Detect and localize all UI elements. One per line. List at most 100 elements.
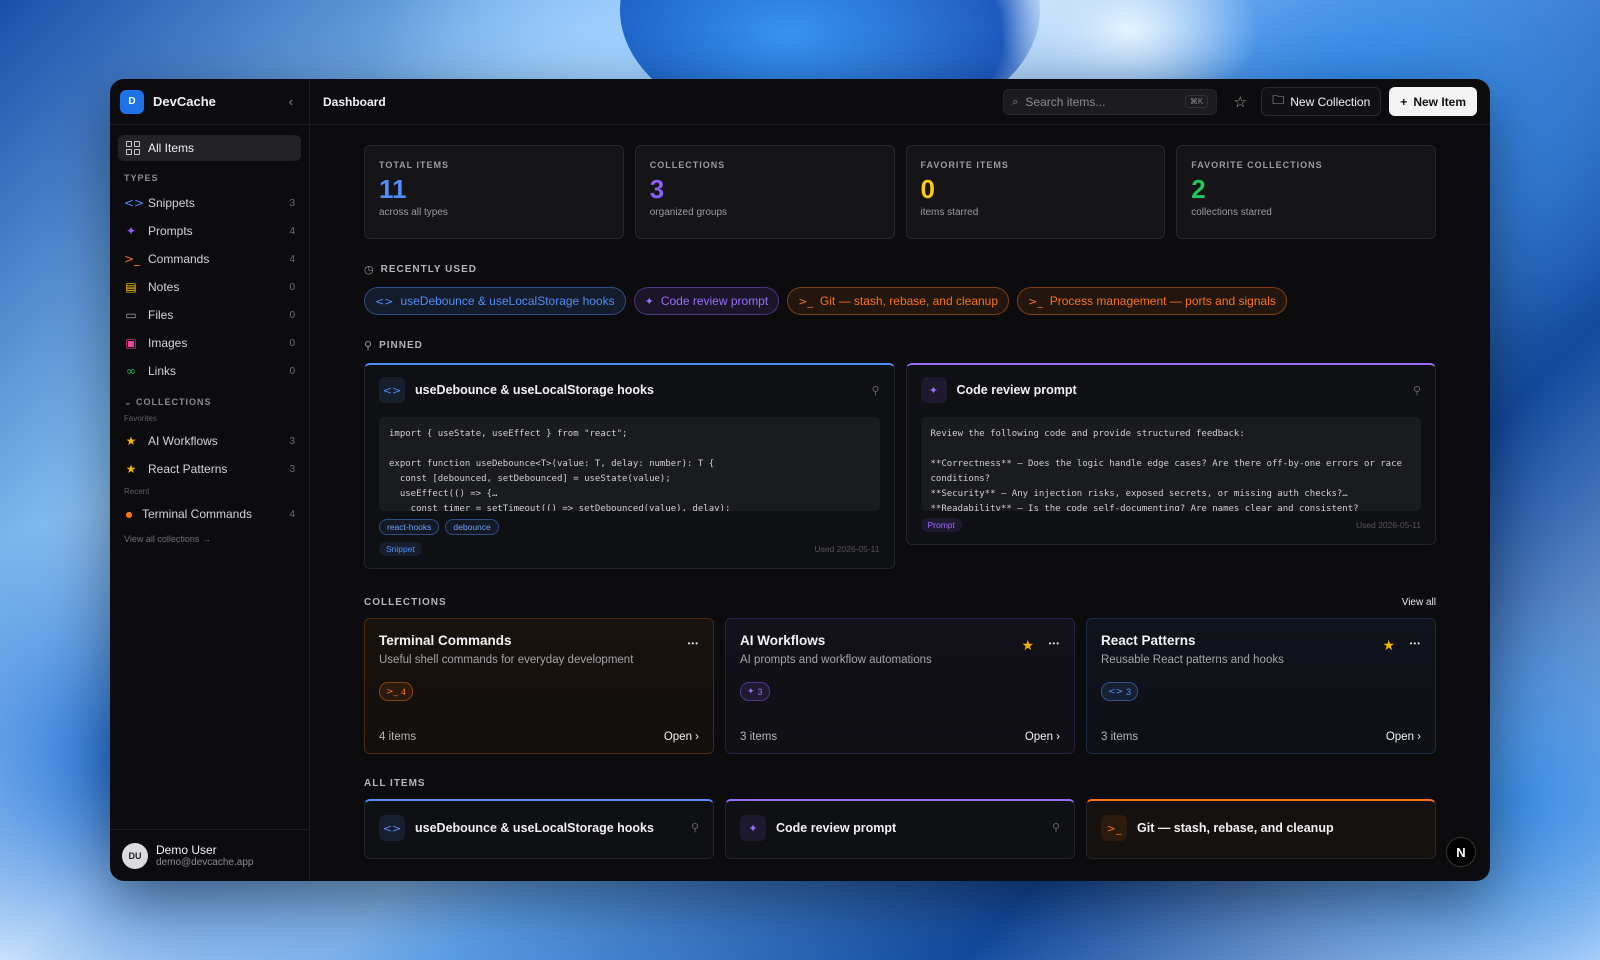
sidebar-item-notes[interactable]: ▤ Notes 0	[118, 273, 301, 301]
section-title: PINNED	[379, 340, 423, 351]
item-count: 3 items	[740, 731, 778, 743]
pin-icon[interactable]: ⚲	[691, 815, 699, 841]
sparkles-icon: ✦	[644, 294, 654, 308]
sidebar-item-label: All Items	[148, 141, 195, 155]
used-date: Used 2026-05-11	[814, 544, 880, 554]
folder-plus-icon: 🗀	[1272, 93, 1285, 107]
collection-card[interactable]: AI Workflows AI prompts and workflow auto…	[725, 618, 1075, 754]
code-icon: <>	[375, 294, 394, 308]
new-collection-label: New Collection	[1290, 94, 1371, 109]
sidebar-item-prompts[interactable]: ✦ Prompts 4	[118, 217, 301, 245]
star-icon: ★	[125, 462, 137, 476]
item-card[interactable]: ✦ Code review prompt ⚲	[725, 799, 1075, 859]
item-card[interactable]: <> useDebounce & useLocalStorage hooks ⚲	[364, 799, 714, 859]
pin-icon[interactable]: ⚲	[1052, 815, 1060, 841]
sidebar-item-count: 3	[289, 435, 295, 447]
sidebar-item-label: AI Workflows	[148, 434, 218, 448]
stats-row: TOTAL ITEMS 11 across all types COLLECTIONS…	[364, 145, 1436, 239]
tag[interactable]: debounce	[445, 519, 499, 535]
sidebar-item-links[interactable]: ∞ Links 0	[118, 357, 301, 385]
type-icon: <>	[1108, 686, 1124, 697]
stat-subtext: collections starred	[1191, 207, 1272, 218]
open-link[interactable]: Open ›	[1386, 731, 1421, 743]
terminal-icon: >_	[1101, 815, 1127, 841]
collection-card[interactable]: Terminal Commands Useful shell commands f…	[364, 618, 714, 754]
code-icon: <>	[379, 377, 405, 403]
type-count: 3	[1126, 686, 1132, 697]
card-header: ✦ Code review prompt ⚲	[920, 377, 1421, 403]
collection-description: Reusable React patterns and hooks	[1101, 654, 1284, 666]
favorites-label: Favorites	[124, 414, 157, 423]
new-collection-button[interactable]: 🗀 New Collection	[1261, 87, 1382, 116]
type-icon: ✦	[747, 686, 755, 697]
new-item-button[interactable]: + New Item	[1389, 87, 1477, 116]
recent-item-chip[interactable]: ✦ Code review prompt	[633, 287, 780, 315]
sidebar-item-snippets[interactable]: <> Snippets 3	[118, 189, 301, 217]
sidebar-collection-item[interactable]: ★ React Patterns 3	[118, 455, 301, 483]
sidebar-item-commands[interactable]: >_ Commands 4	[118, 245, 301, 273]
sparkles-icon: ✦	[740, 815, 766, 841]
pinned-card[interactable]: <> useDebounce & useLocalStorage hooks ⚲ im…	[364, 363, 895, 569]
type-count-badge: >_ 4	[379, 682, 414, 701]
collection-card[interactable]: React Patterns Reusable React patterns an…	[1086, 618, 1436, 754]
stat-value: 2	[1191, 174, 1206, 204]
recent-chips: <> useDebounce & useLocalStorage hooks ✦ Co…	[364, 287, 1436, 315]
recently-used-header: ◷ RECENTLY USED	[364, 263, 1436, 276]
chip-label: Code review prompt	[660, 294, 769, 308]
type-badge: Snippet	[379, 542, 422, 556]
used-date: Used 2026-05-11	[1355, 520, 1421, 530]
collection-description: Useful shell commands for everyday devel…	[379, 654, 634, 666]
topbar: Dashboard ⌕ Search items... ⌘K ☆ 🗀 New C…	[310, 79, 1490, 125]
user-profile[interactable]: DU Demo User demo@devcache.app	[110, 829, 309, 881]
more-options-icon[interactable]: •••	[1049, 639, 1060, 648]
sidebar-item-label: Files	[148, 308, 174, 322]
stat-label: FAVORITE ITEMS	[920, 160, 1009, 170]
stat-label: FAVORITE COLLECTIONS	[1191, 160, 1323, 170]
collection-title: React Patterns	[1101, 633, 1196, 648]
search-input[interactable]: ⌕ Search items... ⌘K	[1003, 88, 1218, 115]
avatar: DU	[122, 842, 148, 869]
collections-section-label[interactable]: ⌄ COLLECTIONS	[124, 397, 295, 408]
pin-icon[interactable]: ⚲	[871, 384, 879, 397]
open-link[interactable]: Open ›	[664, 731, 699, 743]
tag[interactable]: react-hooks	[379, 519, 440, 535]
clock-icon: ◷	[364, 264, 375, 276]
collections-header: COLLECTIONS View all	[364, 597, 1436, 608]
file-icon: ▭	[125, 308, 137, 322]
more-options-icon[interactable]: •••	[1410, 639, 1421, 648]
sidebar-nav: All Items TYPES <> Snippets 3 ✦ Prompts 4 >_ Co…	[110, 125, 309, 550]
sidebar-collection-item[interactable]: ★ AI Workflows 3	[118, 427, 301, 455]
item-card[interactable]: >_ Git — stash, rebase, and cleanup	[1086, 799, 1436, 859]
recent-item-chip[interactable]: >_ Git — stash, rebase, and cleanup	[787, 287, 1010, 315]
grid-icon	[126, 141, 140, 155]
card-title: useDebounce & useLocalStorage hooks	[415, 383, 654, 397]
sidebar-item-all-items[interactable]: All Items	[118, 135, 301, 161]
note-icon: ▤	[125, 280, 137, 294]
recent-item-chip[interactable]: <> useDebounce & useLocalStorage hooks	[364, 287, 626, 315]
view-all-link[interactable]: View all	[1402, 597, 1436, 608]
pinned-card[interactable]: ✦ Code review prompt ⚲ Review the following…	[905, 363, 1436, 545]
type-count-badge: ✦ 3	[740, 682, 770, 701]
view-all-collections-link[interactable]: View all collections →	[124, 534, 295, 544]
stat-card: FAVORITE ITEMS 0 items starred	[905, 145, 1166, 239]
sidebar-item-label: Prompts	[148, 224, 193, 238]
app-window: D DevCache ‹ All Items TYPES <> Snippets 3…	[110, 79, 1490, 881]
sidebar-item-label: React Patterns	[148, 462, 228, 476]
type-count: 4	[401, 686, 407, 697]
star-icon[interactable]: ★	[1382, 637, 1395, 654]
star-icon[interactable]: ★	[1021, 637, 1034, 654]
sidebar-item-files[interactable]: ▭ Files 0	[118, 301, 301, 329]
collection-title: AI Workflows	[740, 633, 826, 648]
sidebar-item-images[interactable]: ▣ Images 0	[118, 329, 301, 357]
image-icon: ▣	[125, 336, 137, 350]
more-options-icon[interactable]: •••	[688, 639, 699, 648]
pin-icon[interactable]: ⚲	[1413, 384, 1421, 397]
open-link[interactable]: Open ›	[1025, 731, 1060, 743]
collapse-sidebar-icon[interactable]: ‹	[283, 92, 299, 111]
favorites-star-icon[interactable]: ☆	[1227, 89, 1253, 115]
sidebar-collection-item[interactable]: ● Terminal Commands 4	[118, 500, 301, 528]
collection-description: AI prompts and workflow automations	[740, 654, 932, 666]
next-js-icon[interactable]: N	[1446, 837, 1476, 867]
stat-value: 11	[379, 174, 407, 204]
recent-item-chip[interactable]: >_ Process management — ports and signals	[1017, 287, 1287, 315]
